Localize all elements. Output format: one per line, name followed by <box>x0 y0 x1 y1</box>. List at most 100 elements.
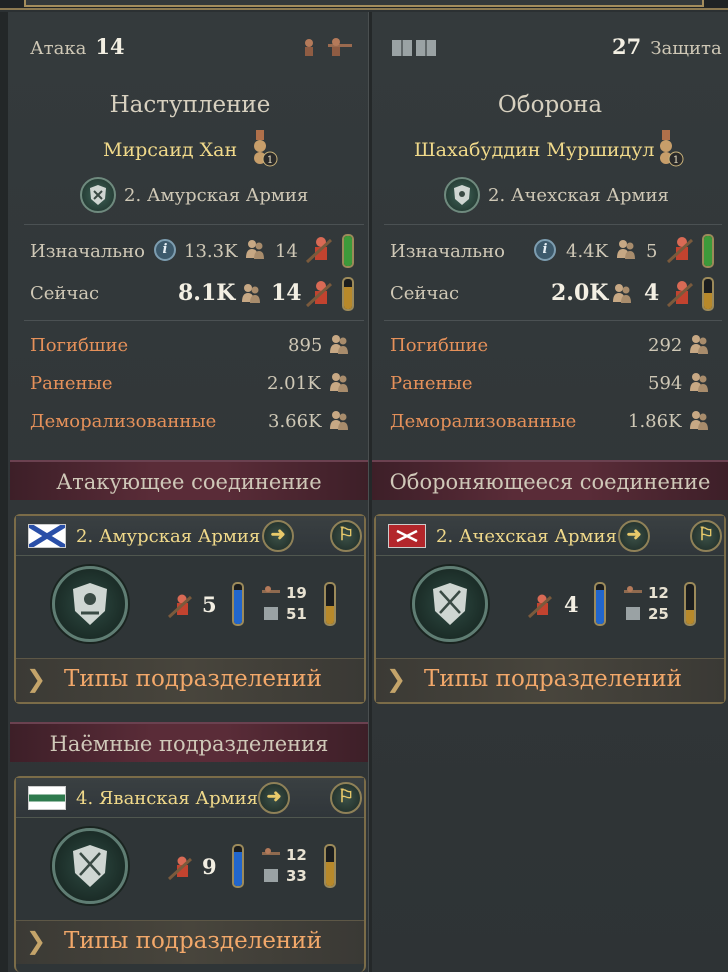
initial-label: Изначально <box>30 241 145 262</box>
formation-emblem-icon[interactable] <box>412 566 488 642</box>
manpower-gauge-initial <box>342 234 354 268</box>
defender-commander-name[interactable]: Шахабуддин Муршидул <box>414 139 655 161</box>
chevron-right-icon: ❯ <box>26 927 47 955</box>
unit-types-toggle[interactable]: ❯ Типы подразделений <box>16 920 364 964</box>
go-to-army-button[interactable]: ➜ <box>618 520 650 552</box>
killed-value: 292 <box>648 335 683 356</box>
now-units: 14 <box>271 280 302 306</box>
manpower-icon <box>240 282 262 308</box>
separator <box>384 224 722 225</box>
top-frame <box>0 0 728 10</box>
info-icon[interactable]: i <box>154 239 176 261</box>
formation-emblem-icon[interactable] <box>52 828 128 904</box>
infantry-unit-icon <box>303 234 335 270</box>
initial-units: 5 <box>646 241 658 262</box>
mercenary-card: 4. Яванская Армия ➜ ⚐ 9 12 33 ❯ Типы под… <box>14 776 366 972</box>
formation-army-name[interactable]: 2. Амурская Армия <box>76 526 260 547</box>
now-men: 8.1K <box>178 280 236 306</box>
organization-bar <box>232 582 244 626</box>
commander-medal-icon[interactable]: 1 <box>248 130 280 172</box>
manpower-icon <box>328 371 350 397</box>
attack-label: Атака <box>30 38 87 59</box>
attacker-side-title: Наступление <box>109 92 271 118</box>
defending-formation-title: Обороняющееся соединение <box>389 470 711 494</box>
defense-label: Защита <box>650 38 722 59</box>
demoralized-value: 3.66K <box>268 411 322 432</box>
separator <box>24 224 364 225</box>
army-shield-icon[interactable] <box>80 177 116 213</box>
left-frame <box>0 12 8 972</box>
stat-defense: 33 <box>286 867 307 885</box>
defending-formation-banner: Обороняющееся соединение <box>372 460 728 500</box>
rifle-icon <box>622 584 644 604</box>
flag-icon <box>27 522 67 550</box>
formation-army-name[interactable]: 4. Яванская Армия <box>76 788 258 809</box>
manpower-icon <box>244 238 266 264</box>
unit-types-toggle[interactable]: ❯ Типы подразделений <box>376 658 724 702</box>
commander-pin-button[interactable]: ⚐ <box>330 520 362 552</box>
unit-types-label: Типы подразделений <box>424 666 682 692</box>
stat-attack: 12 <box>286 846 307 864</box>
infantry-unit-icon <box>303 278 335 314</box>
demoralized-label: Деморализованные <box>30 411 217 432</box>
flag-icon <box>388 524 426 548</box>
commander-pin-button[interactable]: ⚐ <box>690 520 722 552</box>
manpower-icon <box>328 409 350 435</box>
morale-bar <box>684 582 696 626</box>
mercenary-title: Наёмные подразделения <box>49 732 329 756</box>
manpower-gauge-initial <box>702 234 714 268</box>
go-to-army-button[interactable]: ➜ <box>258 782 290 814</box>
manpower-icon <box>688 333 710 359</box>
formation-emblem-icon[interactable] <box>52 566 128 642</box>
manpower-gauge-now <box>342 277 354 311</box>
wounded-label: Раненые <box>390 373 473 394</box>
manpower-gauge-now <box>702 277 714 311</box>
go-to-army-button[interactable]: ➜ <box>262 520 294 552</box>
morale-bar <box>324 582 336 626</box>
killed-label: Погибшие <box>30 335 129 356</box>
defense-stat: 27 Защита <box>612 34 722 59</box>
defender-side-title: Оборона <box>497 92 603 118</box>
morale-bar <box>324 844 336 888</box>
attack-value: 14 <box>95 34 125 59</box>
commander-pin-button[interactable]: ⚐ <box>330 782 362 814</box>
now-label: Сейчас <box>390 283 460 304</box>
manpower-icon <box>328 333 350 359</box>
now-men: 2.0K <box>551 280 609 306</box>
organization-bar <box>594 582 606 626</box>
defense-modifier-icons <box>390 36 442 62</box>
mercenary-banner: Наёмные подразделения <box>10 722 368 762</box>
infantry-unit-icon <box>166 854 194 886</box>
fortification-icon <box>624 604 642 626</box>
infantry-unit-icon <box>664 278 696 314</box>
commander-medal-icon[interactable]: 1 <box>654 130 686 172</box>
separator <box>24 320 364 321</box>
chevron-right-icon: ❯ <box>386 665 407 693</box>
killed-value: 895 <box>288 335 323 356</box>
initial-label: Изначально <box>390 241 505 262</box>
infantry-unit-icon <box>166 592 194 624</box>
infantry-unit-icon <box>664 234 696 270</box>
formation-army-name[interactable]: 2. Ачехская Армия <box>436 526 617 547</box>
attacking-formation-title: Атакующее соединение <box>56 470 322 494</box>
info-icon[interactable]: i <box>534 239 556 261</box>
unit-count: 5 <box>202 592 217 617</box>
flag-icon <box>28 786 66 810</box>
attacker-army-name[interactable]: 2. Амурская Армия <box>124 185 308 206</box>
stat-defense: 25 <box>648 605 669 623</box>
demoralized-value: 1.86K <box>628 411 682 432</box>
attacker-commander-name[interactable]: Мирсаид Хан <box>103 139 237 161</box>
fortification-icon <box>262 866 280 888</box>
manpower-icon <box>615 238 637 264</box>
manpower-icon <box>611 282 633 308</box>
attack-modifier-icons <box>300 36 356 62</box>
demoralized-label: Деморализованные <box>390 411 577 432</box>
rifleman-icon <box>305 38 352 56</box>
wounded-value: 594 <box>648 373 683 394</box>
now-label: Сейчас <box>30 283 100 304</box>
unit-types-toggle[interactable]: ❯ Типы подразделений <box>16 658 364 702</box>
infantry-unit-icon <box>526 592 554 624</box>
army-shield-icon[interactable] <box>444 177 480 213</box>
stat-attack: 19 <box>286 584 307 602</box>
defender-army-name[interactable]: 2. Ачехская Армия <box>488 185 669 206</box>
